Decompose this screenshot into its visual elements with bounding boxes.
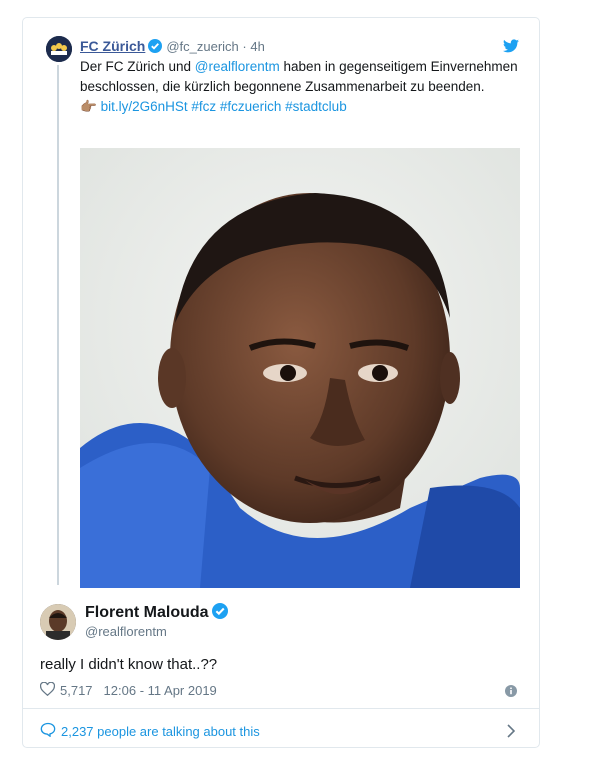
like-count[interactable]: 5,717 <box>60 683 93 698</box>
author-handle[interactable]: @realflorentm <box>85 624 167 639</box>
talking-count-text[interactable]: 2,237 people are talking about this <box>61 724 260 739</box>
timestamp[interactable]: 12:06 - 11 Apr 2019 <box>104 683 217 698</box>
footer-divider <box>22 708 540 709</box>
quoted-links[interactable]: bit.ly/2G6nHSt #fcz #fczuerich #stadtclu… <box>101 99 347 114</box>
quoted-author-name[interactable]: FC Zürich <box>80 38 145 54</box>
thread-line <box>57 65 59 585</box>
heart-icon[interactable] <box>39 681 56 699</box>
pointing-emoji: 👉🏽 <box>80 99 97 114</box>
chevron-right-icon[interactable] <box>507 724 516 743</box>
info-icon[interactable] <box>505 684 517 702</box>
twitter-bird-icon[interactable] <box>503 39 519 58</box>
quoted-handle-time[interactable]: @fc_zuerich · 4h <box>166 39 264 54</box>
tweet-meta: 5,717 12:06 - 11 Apr 2019 <box>39 681 217 699</box>
conversation-link[interactable]: 2,237 people are talking about this <box>40 722 260 740</box>
verified-icon <box>211 603 228 624</box>
comment-bubble-icon <box>40 722 56 740</box>
mention-link[interactable]: @realflorentm <box>195 59 280 74</box>
author-name[interactable]: Florent Malouda <box>85 603 228 624</box>
florent-malouda-avatar[interactable] <box>40 604 76 640</box>
fc-zurich-avatar[interactable] <box>46 36 72 62</box>
tweet-photo[interactable] <box>80 148 520 588</box>
quoted-text-part: Der FC Zürich und <box>80 59 195 74</box>
tweet-text: really I didn't know that..?? <box>40 656 218 673</box>
author-name-text[interactable]: Florent Malouda <box>85 604 209 621</box>
verified-icon <box>148 39 163 56</box>
quoted-header: FC Zürich @fc_zuerich · 4h <box>80 38 265 56</box>
quoted-tweet-text: Der FC Zürich und @realflorentm haben in… <box>80 57 520 117</box>
